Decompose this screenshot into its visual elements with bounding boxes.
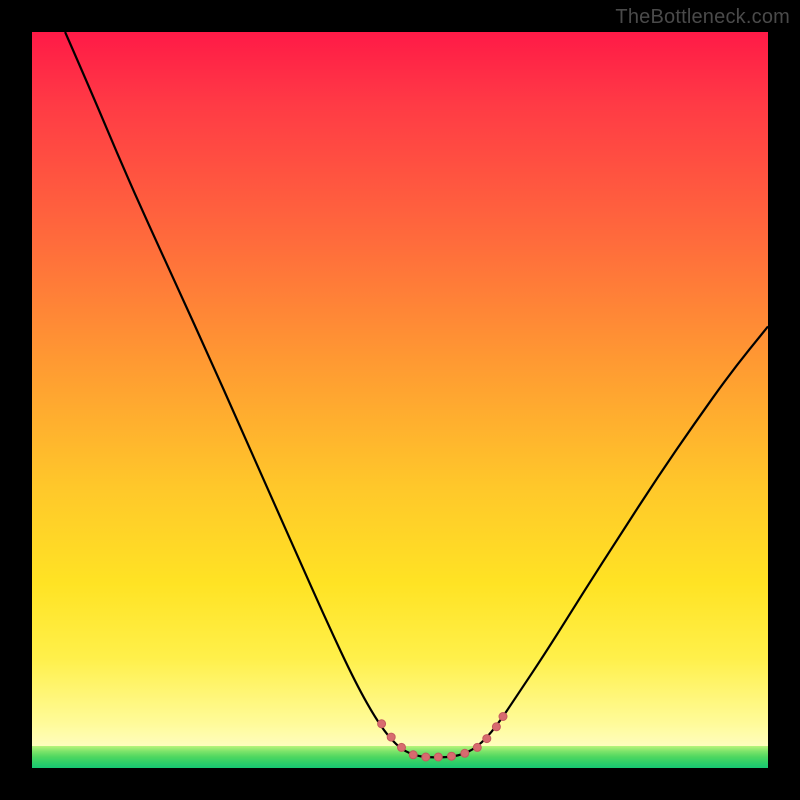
watermark-text: TheBottleneck.com (615, 6, 790, 29)
curve-marker (378, 720, 386, 728)
plot-area (32, 32, 768, 768)
curve-marker (387, 733, 395, 741)
curve-marker (483, 735, 491, 743)
optimal-zone-band (32, 746, 768, 768)
bottleneck-curve-svg (32, 32, 768, 768)
curve-marker (499, 713, 507, 721)
chart-frame: TheBottleneck.com (0, 0, 800, 800)
curve-marker (492, 723, 500, 731)
bottleneck-curve (65, 32, 768, 757)
